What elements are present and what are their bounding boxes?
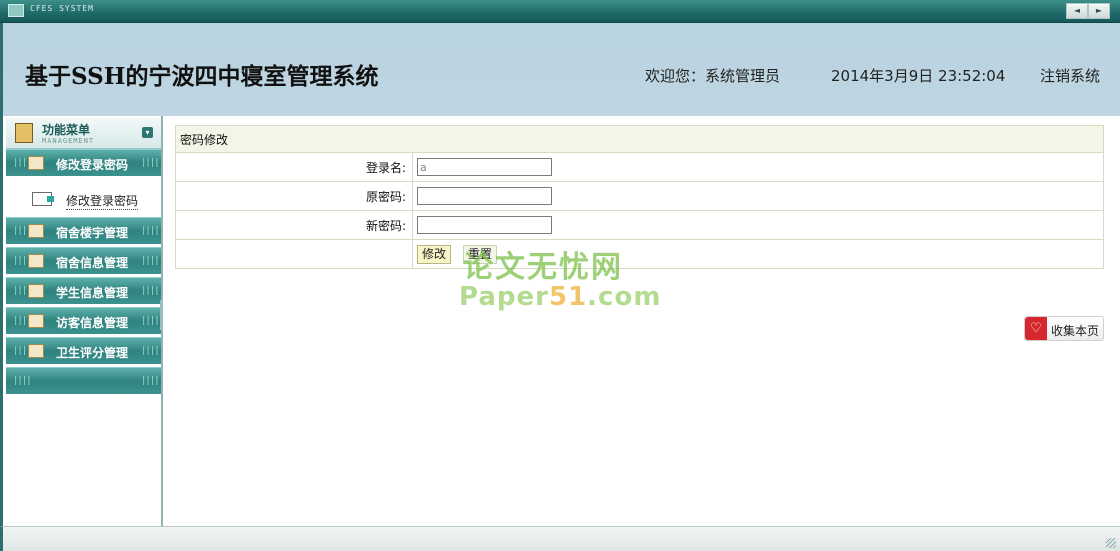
status-bar xyxy=(0,526,1120,551)
grip-icon: |||| xyxy=(141,226,160,236)
sidebar-item-building[interactable]: |||| 宿舍楼宇管理 |||| xyxy=(6,217,161,244)
watermark-chinese: 论文无忧网 xyxy=(463,250,623,285)
page-header: 基于SSH的宁波四中寝室管理系统 欢迎您：系统管理员 2014年3月9日 23:… xyxy=(0,23,1120,116)
bookmark-button[interactable]: ♡ 收集本页 xyxy=(1024,316,1104,341)
sidebar-item-label: 学生信息管理 xyxy=(56,286,129,300)
watermark-english: Paper51.com xyxy=(459,282,661,312)
old-password-field[interactable] xyxy=(417,187,552,205)
grip-icon: |||| xyxy=(13,376,32,386)
sidebar: 功能菜单 MANAGEMENT ▾ |||| 修改登录密码 |||| 修改登录密… xyxy=(0,116,163,526)
sidebar-footer-bar: |||| |||| xyxy=(6,367,161,394)
menu-title: 功能菜单 xyxy=(42,123,91,137)
sidebar-item-hygiene[interactable]: |||| 卫生评分管理 |||| xyxy=(6,337,161,364)
submenu-bullet-icon xyxy=(32,192,54,206)
user-card-icon xyxy=(28,254,44,268)
sidebar-item-label: 修改登录密码 xyxy=(56,158,129,172)
grip-icon: |||| xyxy=(141,316,160,326)
sidebar-item-label: 访客信息管理 xyxy=(56,316,129,330)
datetime-display: 2014年3月9日 23:52:04 xyxy=(831,67,1006,85)
sidebar-item-label: 卫生评分管理 xyxy=(56,346,129,360)
user-card-icon xyxy=(28,156,44,170)
password-form-table: 密码修改 登录名: 原密码: 新密码: 修改重置 xyxy=(175,125,1104,269)
new-password-label: 新密码: xyxy=(175,210,413,240)
prev-arrow-button[interactable]: ◄ xyxy=(1066,3,1088,19)
sidebar-item-visitor[interactable]: |||| 访客信息管理 |||| xyxy=(6,307,161,334)
main-content: 密码修改 登录名: 原密码: 新密码: 修改重置 论文无忧网 xyxy=(163,116,1120,526)
submenu-item-change-password[interactable]: 修改登录密码 xyxy=(6,180,161,216)
app-icon xyxy=(8,4,24,17)
grip-icon: |||| xyxy=(141,286,160,296)
grip-icon: |||| xyxy=(141,256,160,266)
collapse-chevron-icon[interactable]: ▾ xyxy=(142,127,153,138)
grip-icon: |||| xyxy=(141,158,160,168)
old-password-label: 原密码: xyxy=(175,181,413,211)
sidebar-item-student[interactable]: |||| 学生信息管理 |||| xyxy=(6,277,161,304)
menu-header: 功能菜单 MANAGEMENT ▾ xyxy=(6,118,161,149)
submenu-item-label: 修改登录密码 xyxy=(66,194,139,210)
user-card-icon xyxy=(28,314,44,328)
next-arrow-button[interactable]: ► xyxy=(1088,3,1110,19)
resize-grip-icon[interactable] xyxy=(1106,538,1116,548)
modify-button[interactable]: 修改 xyxy=(417,245,452,264)
sidebar-item-change-password[interactable]: |||| 修改登录密码 |||| xyxy=(6,149,161,176)
welcome-text: 欢迎您：系统管理员 xyxy=(645,67,781,85)
watermark-prefix: Paper xyxy=(459,282,549,312)
user-card-icon xyxy=(28,284,44,298)
grip-icon: |||| xyxy=(141,346,160,356)
menu-subtitle: MANAGEMENT xyxy=(42,137,95,145)
logout-link[interactable]: 注销系统 xyxy=(1040,65,1100,86)
sidebar-item-label: 宿舍楼宇管理 xyxy=(56,226,129,240)
username-label: 登录名: xyxy=(175,152,413,182)
sidebar-item-dorm[interactable]: |||| 宿舍信息管理 |||| xyxy=(6,247,161,274)
window-title-bar: CFES SYSTEM ◄ ► xyxy=(0,0,1120,23)
new-password-field[interactable] xyxy=(417,216,552,234)
heart-icon: ♡ xyxy=(1025,317,1047,340)
user-card-icon xyxy=(28,224,44,238)
watermark-suffix: .com xyxy=(587,282,662,312)
menu-upload-icon xyxy=(15,123,33,143)
sidebar-item-label: 宿舍信息管理 xyxy=(56,256,129,270)
username-field[interactable] xyxy=(417,158,552,176)
system-title: 基于SSH的宁波四中寝室管理系统 xyxy=(25,63,379,90)
form-title: 密码修改 xyxy=(175,125,1104,153)
user-card-icon xyxy=(28,344,44,358)
watermark-number: 51 xyxy=(548,282,588,312)
window-title: CFES SYSTEM xyxy=(30,4,94,13)
grip-icon: |||| xyxy=(141,376,160,386)
bookmark-label: 收集本页 xyxy=(1051,324,1100,338)
